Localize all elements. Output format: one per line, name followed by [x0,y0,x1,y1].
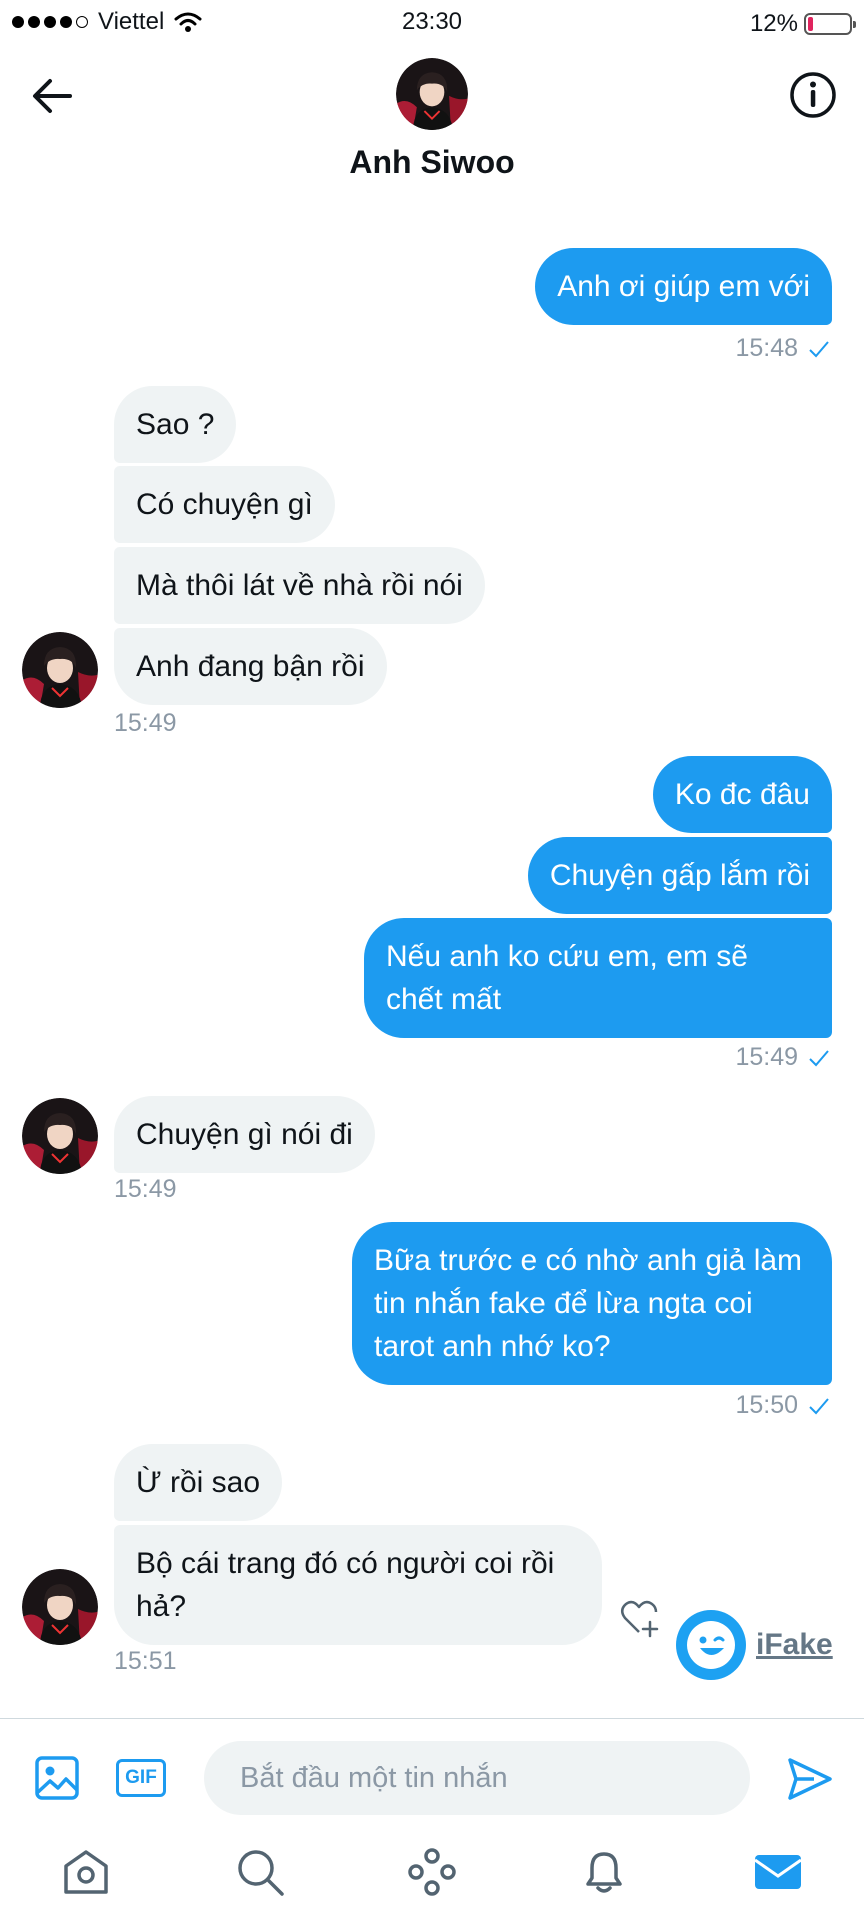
spaces-icon[interactable] [406,1846,458,1898]
message-timestamp: 15:49 [114,709,177,738]
ifake-watermark: iFake [676,1610,833,1680]
message-composer: GIF [0,1718,864,1832]
message-bubble-incoming[interactable]: Ừ rồi sao [114,1444,282,1521]
info-icon[interactable] [788,70,838,120]
message-bubble-outgoing[interactable]: Anh ơi giúp em với [535,248,832,325]
message-timestamp: 15:49 [114,1175,177,1204]
message-bubble-outgoing[interactable]: Ko đc đâu [652,756,832,833]
status-time: 23:30 [401,8,463,35]
message-bubble-incoming[interactable]: Có chuyện gì [114,466,335,543]
timestamp-text: 15:48 [735,334,798,362]
message-timestamp: 15:51 [114,1647,177,1676]
check-icon [809,1049,829,1066]
timestamp-text: 15:49 [114,709,177,737]
sender-avatar[interactable] [22,632,98,708]
conversation-header: Anh Siwoo [0,48,864,188]
home-icon[interactable] [60,1846,112,1898]
search-icon[interactable] [234,1846,286,1898]
message-timestamp: 15:50 [735,1391,830,1420]
back-arrow-icon[interactable] [28,72,76,120]
message-bubble-outgoing[interactable]: Nếu anh ko cứu em, em sẽ chết mất [364,918,832,1038]
contact-name[interactable]: Anh Siwoo [0,144,864,181]
sender-avatar[interactable] [22,1098,98,1174]
message-bubble-incoming[interactable]: Sao ? [114,386,237,463]
message-bubble-incoming[interactable]: Mà thôi lát về nhà rồi nói [114,547,485,624]
message-timestamp: 15:49 [735,1043,830,1072]
check-icon [809,1397,829,1414]
message-bubble-outgoing[interactable]: Chuyện gấp lắm rồi [527,837,832,914]
sender-avatar[interactable] [22,1569,98,1645]
timestamp-text: 15:50 [735,1391,798,1419]
message-timestamp: 15:48 [735,334,830,363]
timestamp-text: 15:51 [114,1647,177,1675]
timestamp-text: 15:49 [114,1175,177,1203]
send-icon[interactable] [786,1755,834,1803]
image-icon[interactable] [34,1755,80,1801]
heart-plus-icon[interactable] [618,1596,662,1640]
check-icon [809,340,829,357]
bell-icon[interactable] [578,1846,630,1898]
status-bar: Viettel 23:30 12% [0,0,864,48]
message-input[interactable] [204,1741,750,1815]
gif-button[interactable]: GIF [116,1759,166,1797]
battery-icon [804,13,856,35]
mail-icon[interactable] [752,1846,804,1898]
message-bubble-incoming[interactable]: Bộ cái trang đó có người coi rồi hả? [114,1525,602,1645]
timestamp-text: 15:49 [735,1043,798,1071]
message-bubble-incoming[interactable]: Chuyện gì nói đi [114,1096,375,1173]
status-right: 12% [749,10,856,38]
contact-avatar[interactable] [396,58,468,130]
message-bubble-outgoing[interactable]: Bữa trước e có nhờ anh giả làm tin nhắn … [352,1222,832,1385]
ifake-label: iFake [756,1628,833,1661]
bottom-navigation [0,1832,864,1920]
ifake-logo-icon [676,1610,746,1680]
message-bubble-incoming[interactable]: Anh đang bận rồi [114,628,387,705]
battery-percent: 12% [749,10,798,37]
